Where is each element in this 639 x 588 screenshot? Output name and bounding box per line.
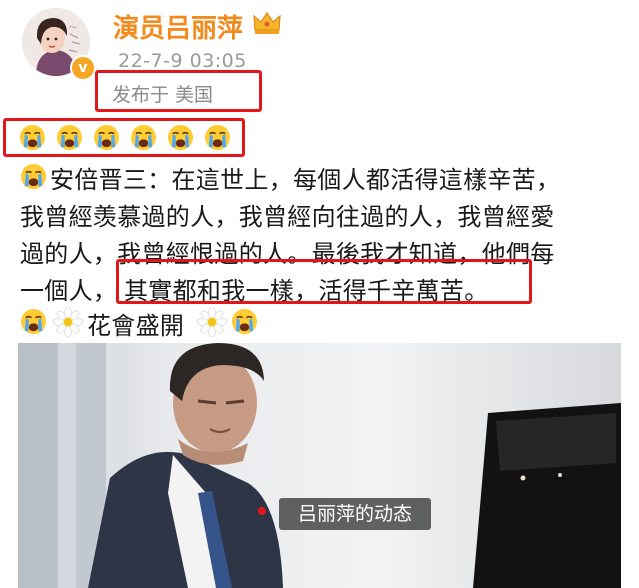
blossom-icon [197, 307, 227, 337]
svg-text:〜: 〜 [69, 23, 77, 32]
loudly-crying-face-icon [130, 124, 157, 151]
blossom-icon [53, 307, 83, 337]
post-text-line-4: 一個人， [20, 277, 118, 305]
loudly-crying-face-icon [20, 163, 47, 190]
post-timestamp: 22-7-9 03:05 [118, 50, 247, 72]
loudly-crying-face-icon [56, 124, 83, 151]
crown-icon [253, 11, 281, 34]
loudly-crying-face-icon [204, 124, 231, 151]
post-text-closing: 花會盛開 [87, 312, 185, 340]
verified-badge-icon: v [70, 55, 96, 81]
video-caption: 吕丽萍的动态 [279, 498, 431, 530]
video-player[interactable] [18, 343, 621, 588]
post-text-line-2: 我曾經羡慕過的人，我曾經向往過的人，我曾經愛 [20, 203, 555, 231]
location-highlight-box [95, 70, 262, 112]
quote-highlight-box [116, 259, 532, 304]
loudly-crying-face-icon [231, 308, 258, 335]
loudly-crying-face-icon [20, 308, 47, 335]
username[interactable]: 演员吕丽萍 [113, 8, 243, 45]
loudly-crying-face-icon [167, 124, 194, 151]
live-indicator-dot [258, 507, 266, 515]
loudly-crying-face-icon [19, 124, 46, 151]
loudly-crying-face-icon [93, 124, 120, 151]
post-text-line-1: 安倍晋三：在這世上，每個人都活得這樣辛苦， [50, 166, 561, 194]
video-frame [18, 343, 621, 588]
